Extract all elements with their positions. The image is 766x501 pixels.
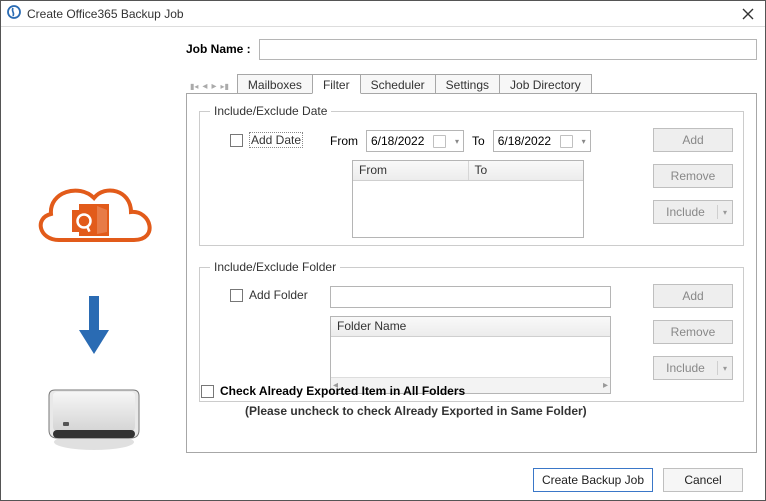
check-already-sub: (Please uncheck to check Already Exporte… bbox=[245, 404, 587, 418]
folder-add-button[interactable]: Add bbox=[653, 284, 733, 308]
calendar-icon bbox=[560, 135, 573, 148]
folder-remove-button[interactable]: Remove bbox=[653, 320, 733, 344]
from-label: From bbox=[330, 134, 358, 148]
content: Job Name : ▮◂ ◂ ▸ ▸▮ Mailboxes Filter Sc… bbox=[1, 28, 765, 500]
tab-settings[interactable]: Settings bbox=[435, 74, 500, 94]
tab-nav-next-icon[interactable]: ▸ bbox=[211, 82, 216, 92]
group-date-legend: Include/Exclude Date bbox=[210, 104, 331, 118]
add-date-checkbox[interactable] bbox=[230, 134, 243, 147]
chevron-down-icon: ▾ bbox=[718, 364, 732, 373]
titlebar: Create Office365 Backup Job bbox=[1, 1, 765, 27]
scroll-right-icon: ▸ bbox=[603, 380, 608, 391]
close-button[interactable] bbox=[737, 3, 759, 25]
job-name-input[interactable] bbox=[259, 39, 757, 60]
calendar-icon bbox=[433, 135, 446, 148]
tab-nav-last-icon[interactable]: ▸▮ bbox=[220, 83, 228, 91]
disk-icon bbox=[39, 374, 149, 454]
check-already-row: Check Already Exported Item in All Folde… bbox=[201, 384, 465, 398]
main-pane: Job Name : ▮◂ ◂ ▸ ▸▮ Mailboxes Filter Sc… bbox=[186, 38, 757, 500]
illustration-pane bbox=[1, 48, 186, 500]
date-add-button[interactable]: Add bbox=[653, 128, 733, 152]
group-folder-legend: Include/Exclude Folder bbox=[210, 260, 340, 274]
add-folder-label: Add Folder bbox=[249, 288, 308, 302]
date-remove-button[interactable]: Remove bbox=[653, 164, 733, 188]
tab-scheduler[interactable]: Scheduler bbox=[360, 74, 436, 94]
cancel-button[interactable]: Cancel bbox=[663, 468, 743, 492]
date-col-from: From bbox=[353, 161, 469, 180]
tab-filter[interactable]: Filter bbox=[312, 74, 361, 94]
tab-strip: ▮◂ ◂ ▸ ▸▮ Mailboxes Filter Scheduler Set… bbox=[186, 74, 757, 94]
dialog-buttons: Create Backup Job Cancel bbox=[533, 468, 743, 492]
folder-input[interactable] bbox=[330, 286, 611, 308]
chevron-down-icon: ▾ bbox=[718, 208, 732, 217]
tab-nav-prev-icon[interactable]: ◂ bbox=[202, 82, 207, 92]
date-include-button[interactable]: Include ▾ bbox=[653, 200, 733, 224]
to-label: To bbox=[472, 134, 485, 148]
group-include-exclude-folder: Include/Exclude Folder Add Folder Folder… bbox=[199, 260, 744, 402]
group-include-exclude-date: Include/Exclude Date Add Date From 6/18/… bbox=[199, 104, 744, 246]
to-date-input[interactable]: 6/18/2022 ▾ bbox=[493, 130, 591, 152]
create-backup-job-button[interactable]: Create Backup Job bbox=[533, 468, 653, 492]
app-icon bbox=[7, 5, 21, 22]
check-already-checkbox[interactable] bbox=[201, 385, 214, 398]
date-col-to: To bbox=[469, 161, 584, 180]
office365-cloud-icon bbox=[19, 168, 169, 278]
to-date-value: 6/18/2022 bbox=[498, 134, 551, 148]
folder-col-name: Folder Name bbox=[331, 317, 610, 336]
add-folder-checkbox[interactable] bbox=[230, 289, 243, 302]
from-date-value: 6/18/2022 bbox=[371, 134, 424, 148]
job-name-row: Job Name : bbox=[186, 38, 757, 60]
folder-table: Folder Name ◂ ▸ bbox=[330, 316, 611, 394]
check-already-label: Check Already Exported Item in All Folde… bbox=[220, 384, 465, 398]
folder-include-button[interactable]: Include ▾ bbox=[653, 356, 733, 380]
tab-mailboxes[interactable]: Mailboxes bbox=[237, 74, 313, 94]
window-title: Create Office365 Backup Job bbox=[27, 7, 184, 21]
date-table-body bbox=[353, 181, 583, 237]
chevron-down-icon: ▾ bbox=[455, 137, 459, 146]
window: Create Office365 Backup Job bbox=[0, 0, 766, 501]
from-date-input[interactable]: 6/18/2022 ▾ bbox=[366, 130, 464, 152]
tab-job-directory[interactable]: Job Directory bbox=[499, 74, 592, 94]
job-name-label: Job Name : bbox=[186, 42, 251, 56]
chevron-down-icon: ▾ bbox=[582, 137, 586, 146]
tab-body-filter: Include/Exclude Date Add Date From 6/18/… bbox=[186, 93, 757, 453]
date-table: From To bbox=[352, 160, 584, 238]
arrow-down-icon bbox=[77, 296, 111, 356]
tab-nav-first-icon[interactable]: ▮◂ bbox=[190, 83, 198, 91]
add-date-label: Add Date bbox=[249, 132, 303, 148]
